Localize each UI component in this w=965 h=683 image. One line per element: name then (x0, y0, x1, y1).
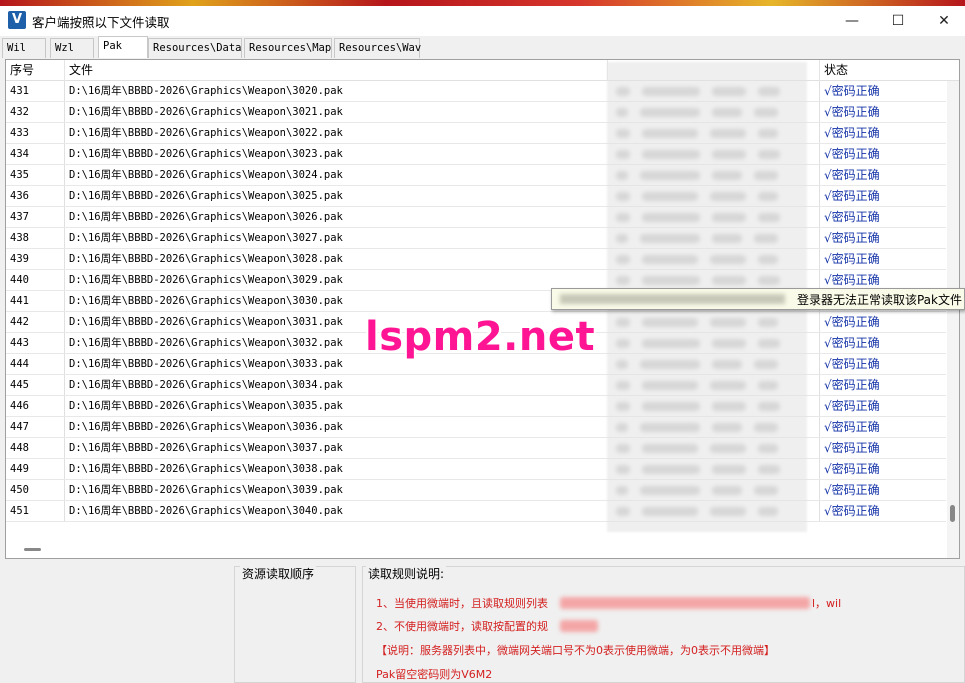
row-file-path: D:\16周年\BBBD-2026\Graphics\Weapon\3022.p… (69, 127, 343, 139)
rule-1-blur (560, 597, 810, 609)
rules-title: 读取规则说明: (366, 565, 447, 582)
rule-line-1: 1、当使用微端时，且读取规则列表 (376, 595, 548, 611)
row-file-path: D:\16周年\BBBD-2026\Graphics\Weapon\3025.p… (69, 190, 343, 202)
row-file-path: D:\16周年\BBBD-2026\Graphics\Weapon\3040.p… (69, 505, 343, 517)
row-status: √密码正确 (824, 210, 880, 224)
row-index: 446 (6, 396, 65, 416)
row-index: 433 (6, 123, 65, 143)
tab-pak[interactable]: Pak (98, 36, 148, 58)
header-index[interactable]: 序号 (6, 60, 65, 81)
horizontal-scroll-thumb[interactable] (24, 548, 41, 551)
app-logo-icon: V (8, 11, 26, 29)
row-status: √密码正确 (824, 420, 880, 434)
row-status: √密码正确 (824, 462, 880, 476)
row-status: √密码正确 (824, 504, 880, 518)
rule-line-3: 【说明：服务器列表中，微端网关端口号不为0表示使用微端，为0表示不用微端】 (376, 644, 775, 657)
horizontal-scrollbar[interactable] (6, 540, 946, 558)
row-index: 438 (6, 228, 65, 248)
row-file-path: D:\16周年\BBBD-2026\Graphics\Weapon\3024.p… (69, 169, 343, 181)
row-status: √密码正确 (824, 168, 880, 182)
tab-wzl[interactable]: Wzl (50, 38, 94, 58)
tooltip-blurred-part (560, 294, 785, 304)
row-status: √密码正确 (824, 357, 880, 371)
row-file-path: D:\16周年\BBBD-2026\Graphics\Weapon\3037.p… (69, 442, 343, 454)
row-status: √密码正确 (824, 315, 880, 329)
row-index: 444 (6, 354, 65, 374)
row-index: 441 (6, 291, 65, 311)
row-index: 439 (6, 249, 65, 269)
row-index: 436 (6, 186, 65, 206)
row-file-path: D:\16周年\BBBD-2026\Graphics\Weapon\3039.p… (69, 484, 343, 496)
row-file-path: D:\16周年\BBBD-2026\Graphics\Weapon\3035.p… (69, 400, 343, 412)
row-file-path: D:\16周年\BBBD-2026\Graphics\Weapon\3026.p… (69, 211, 343, 223)
row-file-path: D:\16周年\BBBD-2026\Graphics\Weapon\3038.p… (69, 463, 343, 475)
row-status: √密码正确 (824, 273, 880, 287)
row-index: 440 (6, 270, 65, 290)
row-index: 450 (6, 480, 65, 500)
row-index: 435 (6, 165, 65, 185)
tab-resources-wav[interactable]: Resources\Wav (334, 38, 421, 58)
maximize-button[interactable]: ☐ (875, 6, 921, 36)
rule-line-2: 2、不使用微端时，读取按配置的规 (376, 618, 548, 634)
rule-1-suffix: l，wil (812, 597, 842, 610)
row-status: √密码正确 (824, 483, 880, 497)
row-index: 448 (6, 438, 65, 458)
row-file-path: D:\16周年\BBBD-2026\Graphics\Weapon\3030.p… (69, 295, 343, 307)
row-file-path: D:\16周年\BBBD-2026\Graphics\Weapon\3034.p… (69, 379, 343, 391)
row-index: 434 (6, 144, 65, 164)
window-title: 客户端按照以下文件读取 (32, 15, 170, 30)
row-file-path: D:\16周年\BBBD-2026\Graphics\Weapon\3027.p… (69, 232, 343, 244)
row-tooltip: 登录器无法正常读取该Pak文件 (551, 288, 965, 310)
watermark-text: lspm2.net (365, 314, 596, 360)
tab-bar: Wil Wzl Pak Resources\Data Resources\Map… (0, 36, 965, 58)
tab-resources-map[interactable]: Resources\Map (244, 38, 332, 58)
resource-order-title: 资源读取顺序 (240, 565, 317, 582)
tooltip-text: 登录器无法正常读取该Pak文件 (796, 293, 962, 307)
rule-1-text: 1、当使用微端时，且读取规则列表 (376, 597, 548, 610)
row-file-path: D:\16周年\BBBD-2026\Graphics\Weapon\3029.p… (69, 274, 343, 286)
bottom-panel: 资源读取顺序 读取规则说明: 1、当使用微端时，且读取规则列表 l，wil 2、… (0, 560, 965, 683)
row-index: 449 (6, 459, 65, 479)
row-index: 442 (6, 312, 65, 332)
list-header: 序号 文件 状态 (6, 60, 959, 81)
row-status: √密码正确 (824, 336, 880, 350)
row-status: √密码正确 (824, 231, 880, 245)
row-file-path: D:\16周年\BBBD-2026\Graphics\Weapon\3023.p… (69, 148, 343, 160)
row-file-path: D:\16周年\BBBD-2026\Graphics\Weapon\3036.p… (69, 421, 343, 433)
row-status: √密码正确 (824, 147, 880, 161)
tab-wil[interactable]: Wil (2, 38, 46, 58)
row-index: 437 (6, 207, 65, 227)
row-status: √密码正确 (824, 126, 880, 140)
rule-2-text: 2、不使用微端时，读取按配置的规 (376, 620, 548, 633)
row-status: √密码正确 (824, 105, 880, 119)
row-status: √密码正确 (824, 378, 880, 392)
minimize-button[interactable]: — (829, 6, 875, 36)
row-file-path: D:\16周年\BBBD-2026\Graphics\Weapon\3028.p… (69, 253, 343, 265)
header-status[interactable]: 状态 (820, 60, 946, 81)
row-status: √密码正确 (824, 399, 880, 413)
row-index: 451 (6, 501, 65, 521)
resource-order-group (234, 566, 356, 683)
row-index: 432 (6, 102, 65, 122)
row-status: √密码正确 (824, 189, 880, 203)
row-index: 447 (6, 417, 65, 437)
rule-2-blur (560, 620, 598, 632)
vertical-scrollbar[interactable] (947, 81, 959, 558)
header-file[interactable]: 文件 (65, 60, 608, 81)
row-status: √密码正确 (824, 252, 880, 266)
row-index: 445 (6, 375, 65, 395)
row-file-path: D:\16周年\BBBD-2026\Graphics\Weapon\3021.p… (69, 106, 343, 118)
row-status: √密码正确 (824, 441, 880, 455)
row-file-path: D:\16周年\BBBD-2026\Graphics\Weapon\3020.p… (69, 85, 343, 97)
title-bar: V 客户端按照以下文件读取 — ☐ ✕ (0, 6, 965, 36)
row-status: √密码正确 (824, 84, 880, 98)
row-index: 443 (6, 333, 65, 353)
rule-line-4: Pak留空密码则为V6M2 (376, 668, 493, 681)
close-button[interactable]: ✕ (921, 6, 965, 36)
row-index: 431 (6, 81, 65, 101)
vertical-scroll-thumb[interactable] (950, 505, 955, 522)
tab-resources-data[interactable]: Resources\Data (148, 38, 242, 58)
